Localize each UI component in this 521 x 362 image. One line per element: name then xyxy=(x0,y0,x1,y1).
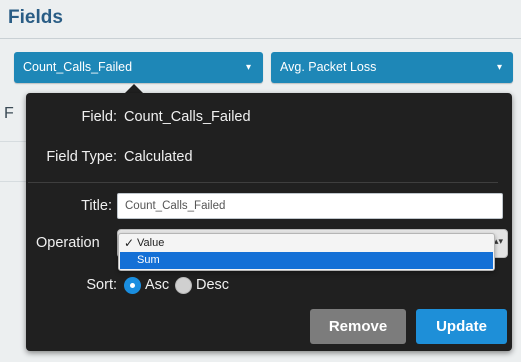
operation-option-label: Value xyxy=(137,237,165,249)
sort-desc-radio[interactable] xyxy=(175,277,192,294)
chevron-down-icon: ▾ xyxy=(496,62,502,73)
background-text-fragment: F xyxy=(4,105,14,122)
fields-panel-title: Fields xyxy=(8,7,63,28)
field-type-value: Calculated xyxy=(124,149,193,165)
update-button[interactable]: Update xyxy=(416,309,507,344)
title-input[interactable] xyxy=(117,193,503,219)
field-pill-avg-packet-loss[interactable]: Avg. Packet Loss ▾ xyxy=(271,52,513,83)
sort-asc-radio[interactable] xyxy=(124,277,141,294)
field-pill-label: Count_Calls_Failed xyxy=(23,60,133,74)
select-arrows-icon: ▴▾ xyxy=(493,236,503,246)
title-divider xyxy=(0,38,521,39)
remove-button[interactable]: Remove xyxy=(310,309,406,344)
sort-label: Sort: xyxy=(86,277,117,293)
operation-label: Operation xyxy=(36,235,100,251)
operation-option-value[interactable]: ✓ Value xyxy=(120,235,493,252)
sort-asc-label: Asc xyxy=(145,277,170,293)
field-pill-count-calls-failed[interactable]: Count_Calls_Failed ▾ xyxy=(14,52,263,83)
title-label: Title: xyxy=(81,198,112,214)
operation-dropdown-menu: ✓ Value Sum xyxy=(118,233,495,271)
operation-option-sum[interactable]: Sum xyxy=(120,252,493,269)
field-value: Count_Calls_Failed xyxy=(124,109,251,125)
operation-option-label: Sum xyxy=(137,254,160,266)
checkmark-icon: ✓ xyxy=(124,236,135,250)
chevron-down-icon: ▾ xyxy=(245,62,251,73)
field-type-label: Field Type: xyxy=(46,149,117,165)
background-row-divider xyxy=(0,181,28,182)
popover-divider xyxy=(28,182,498,183)
field-pill-label: Avg. Packet Loss xyxy=(280,60,377,74)
background-row-divider xyxy=(0,141,28,142)
field-label: Field: xyxy=(81,109,117,125)
sort-desc-label: Desc xyxy=(196,277,230,293)
